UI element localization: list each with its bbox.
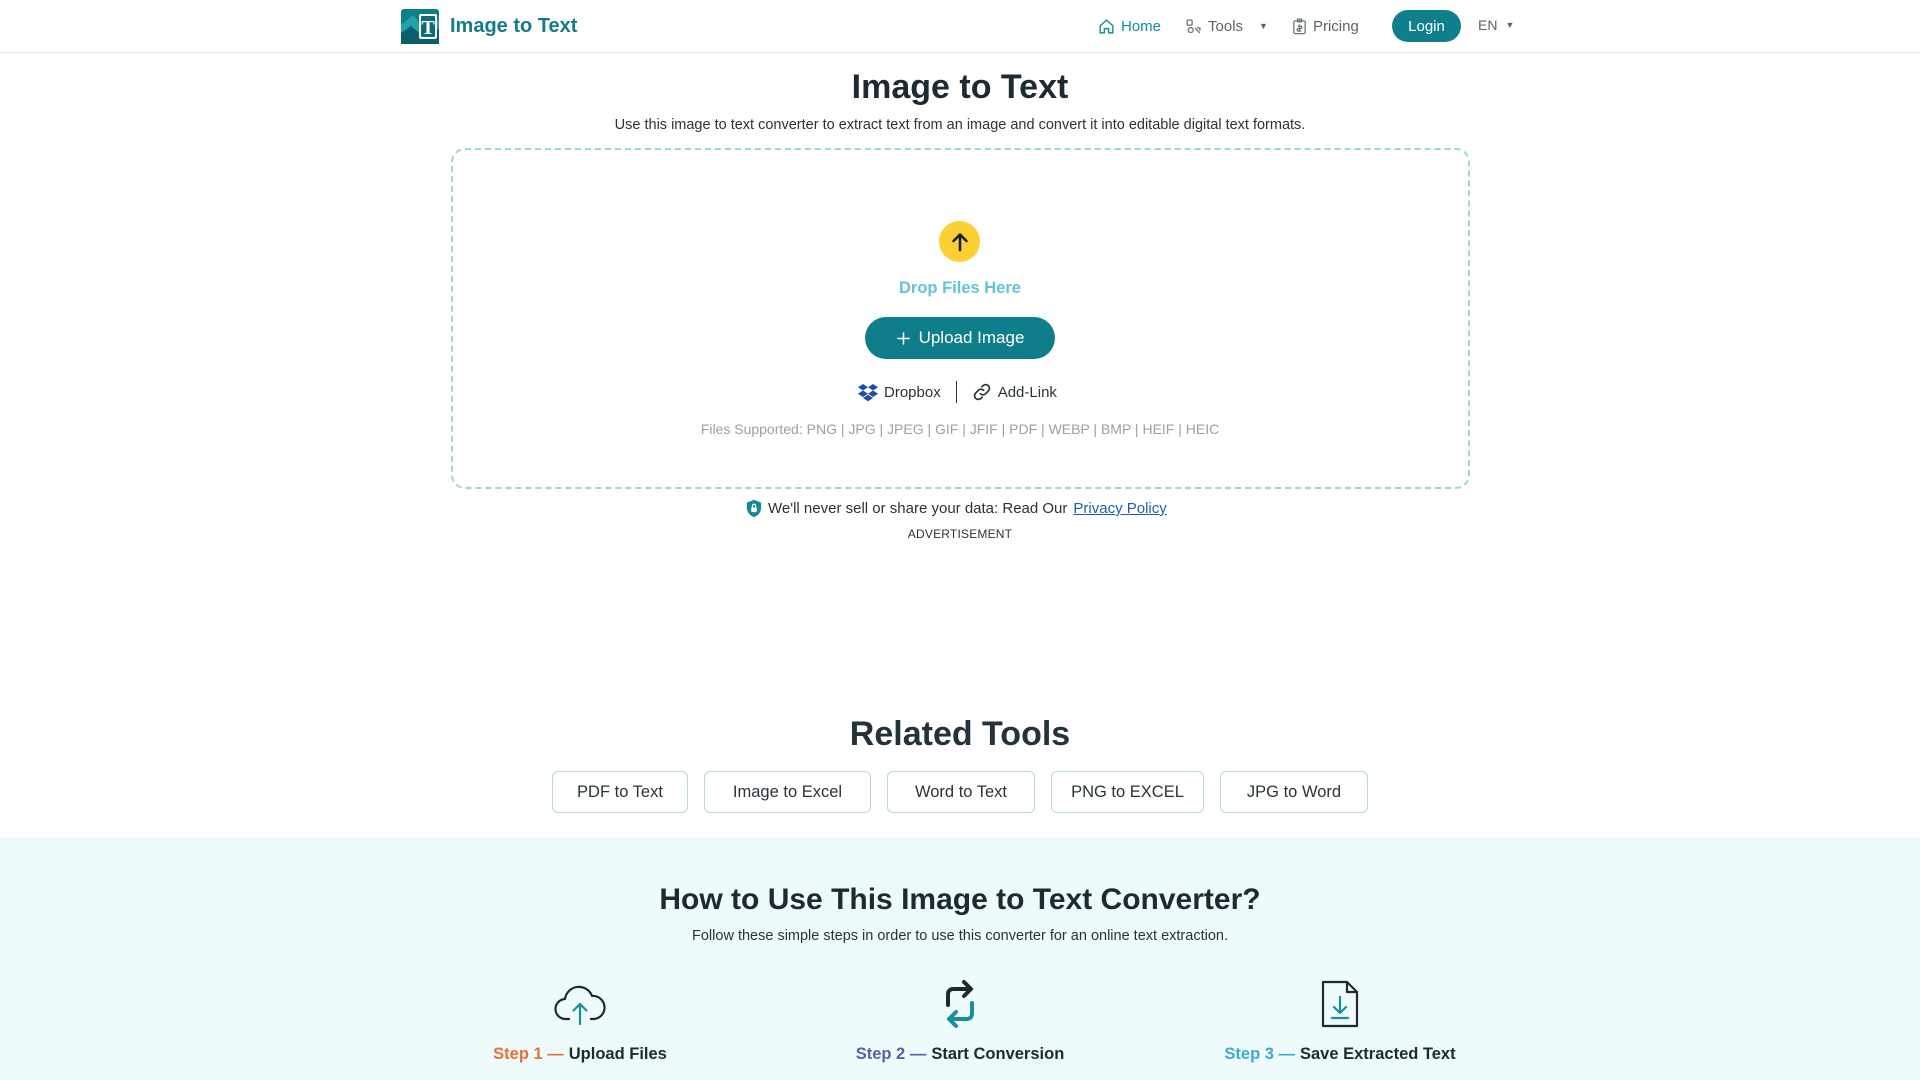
privacy-policy-link[interactable]: Privacy Policy — [1073, 500, 1166, 517]
tool-word-to-text[interactable]: Word to Text — [887, 771, 1035, 813]
logo-text: Image to Text — [450, 15, 578, 37]
step-2-text: Start Conversion — [931, 1045, 1065, 1063]
language-select[interactable]: EN ▼ — [1478, 17, 1514, 33]
privacy-notice: We'll never sell or share your data: Rea… — [746, 499, 1167, 518]
logo-letter: T — [421, 17, 435, 39]
shield-icon — [746, 499, 762, 518]
step-1-number: Step 1 — — [493, 1045, 564, 1063]
conversion-icon — [932, 980, 988, 1028]
step-1-text: Upload Files — [568, 1045, 667, 1063]
logo-icon: T — [401, 9, 439, 44]
tool-png-to-excel[interactable]: PNG to EXCEL — [1051, 771, 1204, 813]
how-to-section: How to Use This Image to Text Converter?… — [0, 837, 1920, 1080]
nav-tools[interactable]: Tools ▼ — [1185, 18, 1268, 35]
nav-pricing[interactable]: Pricing — [1292, 18, 1359, 35]
cloud-upload-icon — [552, 980, 608, 1028]
step-3: Step 3 — Save Extracted Text — [1140, 1045, 1540, 1064]
dropbox-icon — [858, 383, 878, 401]
nav-home-label: Home — [1121, 17, 1162, 35]
tool-pdf-to-text[interactable]: PDF to Text — [552, 771, 688, 813]
privacy-text: We'll never sell or share your data: Rea… — [768, 500, 1068, 517]
related-tools-list: PDF to Text Image to Excel Word to Text … — [552, 771, 1368, 813]
how-to-subtitle: Follow these simple steps in order to us… — [692, 928, 1228, 944]
step-3-text: Save Extracted Text — [1300, 1045, 1456, 1063]
how-to-title: How to Use This Image to Text Converter? — [659, 883, 1261, 916]
drop-files-label: Drop Files Here — [899, 279, 1021, 297]
dropbox-label: Dropbox — [884, 383, 941, 401]
add-link-source[interactable]: Add-Link — [972, 382, 1057, 402]
divider — [955, 381, 957, 403]
upload-sources: Dropbox Add-Link — [858, 381, 1057, 403]
page-title: Image to Text — [851, 68, 1069, 106]
step-2-number: Step 2 — — [855, 1045, 927, 1063]
main-nav: Home Tools ▼ Pricing — [1098, 14, 1383, 38]
dropbox-source[interactable]: Dropbox — [858, 383, 941, 402]
save-file-icon — [1312, 980, 1368, 1028]
advertisement-label: ADVERTISEMENT — [907, 527, 1013, 541]
chevron-down-icon: ▼ — [1259, 21, 1268, 31]
nav-home[interactable]: Home — [1098, 18, 1161, 35]
page-subtitle: Use this image to text converter to extr… — [614, 117, 1306, 133]
upload-image-label: Upload Image — [918, 328, 1025, 347]
step-3-number: Step 3 — — [1224, 1045, 1295, 1063]
upload-arrow-icon — [939, 221, 980, 262]
step-2: Step 2 — Start Conversion — [760, 1045, 1160, 1064]
nav-tools-label: Tools — [1208, 17, 1244, 35]
chevron-down-icon: ▼ — [1505, 20, 1515, 30]
tool-image-to-excel[interactable]: Image to Excel — [704, 771, 871, 813]
tool-jpg-to-word[interactable]: JPG to Word — [1220, 771, 1368, 813]
home-icon — [1099, 18, 1114, 34]
pricing-icon — [1293, 17, 1306, 34]
upload-image-button[interactable]: Upload Image — [865, 317, 1055, 359]
related-tools-title: Related Tools — [849, 715, 1071, 753]
link-icon — [973, 383, 990, 401]
language-label: EN — [1478, 17, 1498, 33]
nav-pricing-label: Pricing — [1312, 17, 1359, 35]
step-1: Step 1 — Upload Files — [380, 1045, 780, 1064]
add-link-label: Add-Link — [997, 383, 1057, 401]
plus-icon — [896, 331, 910, 345]
tools-icon — [1186, 18, 1201, 33]
site-header: T Image to Text Home Tools ▼ Pricing Log… — [0, 0, 1920, 53]
logo[interactable]: T Image to Text — [401, 9, 577, 44]
supported-formats: Files Supported: PNG | JPG | JPEG | GIF … — [700, 421, 1220, 437]
login-button[interactable]: Login — [1392, 10, 1461, 42]
